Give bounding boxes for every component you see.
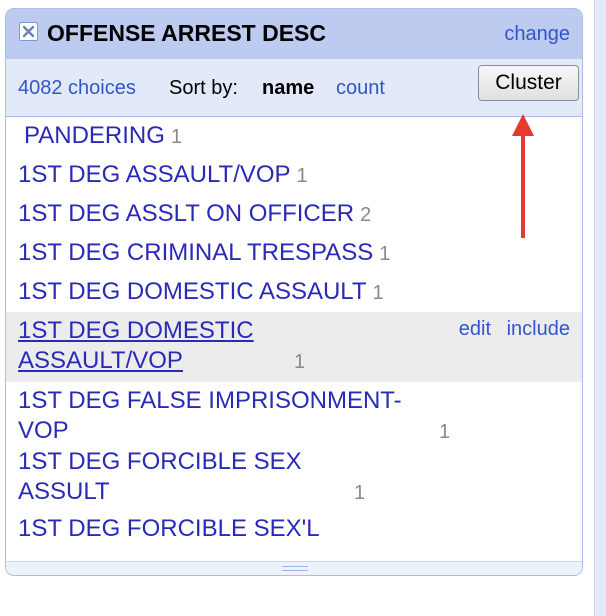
right-panel-edge — [594, 0, 606, 616]
choice-count: 1 — [170, 126, 183, 148]
choice-count: 1 — [439, 421, 451, 443]
choices-count: 4082 choices — [18, 77, 136, 99]
facet-choice-row[interactable]: 1ST DEG DOMESTIC ASSAULT 1 — [6, 273, 582, 312]
row-actions: edit include — [449, 318, 570, 341]
include-link[interactable]: include — [507, 318, 570, 340]
facet-choice-row[interactable]: 1ST DEG ASSAULT/VOP 1 — [6, 156, 582, 195]
facet-choice-row[interactable]: 1ST DEG ASSLT ON OFFICER 2 — [6, 195, 582, 234]
sort-by-count[interactable]: count — [336, 77, 385, 100]
facet-controls: 4082 choices Sort by: name count Cluster — [6, 59, 582, 117]
choice-label[interactable]: 1ST DEG DOMESTIC ASSAULT/VOP — [18, 316, 288, 376]
grip-icon — [282, 566, 308, 571]
facet-panel: OFFENSE ARREST DESC change 4082 choices … — [5, 8, 583, 576]
edit-link[interactable]: edit — [459, 318, 491, 340]
choice-label[interactable]: 1ST DEG FORCIBLE SEX ASSULT — [18, 447, 348, 507]
close-icon[interactable] — [19, 22, 38, 41]
facet-choice-row[interactable]: 1ST DEG FORCIBLE SEX ASSULT 1 — [6, 443, 582, 510]
sort-label: Sort by: — [169, 77, 238, 99]
choice-label[interactable]: 1ST DEG FALSE IMPRISONMENT-VOP — [18, 386, 433, 446]
facet-title: OFFENSE ARREST DESC — [47, 20, 327, 46]
choice-count: 1 — [294, 351, 306, 373]
choice-count: 1 — [296, 165, 308, 187]
choice-label[interactable]: 1ST DEG DOMESTIC ASSAULT — [18, 277, 367, 307]
facet-choice-row[interactable]: 1ST DEG FORCIBLE SEX'L — [6, 510, 582, 549]
choice-label[interactable]: 1ST DEG ASSAULT/VOP — [18, 160, 291, 190]
choice-count: 1 — [354, 482, 366, 504]
facet-choice-row[interactable]: 1ST DEG CRIMINAL TRESPASS 1 — [6, 234, 582, 273]
close-icon-glyph — [22, 25, 35, 38]
cluster-button[interactable]: Cluster — [478, 65, 579, 101]
choice-count: 1 — [379, 243, 391, 265]
choice-count: 1 — [372, 282, 384, 304]
facet-choice-row[interactable]: 1ST DEG FALSE IMPRISONMENT-VOP 1 — [6, 382, 582, 446]
choice-count: 2 — [360, 204, 372, 226]
facet-choice-list: PANDERING 1 1ST DEG ASSAULT/VOP 1 1ST DEG … — [6, 117, 582, 563]
facet-choice-row[interactable]: PANDERING 1 — [6, 117, 582, 156]
resize-handle[interactable] — [6, 561, 582, 575]
sort-by-name[interactable]: name — [262, 77, 314, 100]
choice-label[interactable]: 1ST DEG ASSLT ON OFFICER — [18, 199, 354, 229]
facet-header: OFFENSE ARREST DESC change — [6, 9, 582, 59]
choice-label[interactable]: 1ST DEG FORCIBLE SEX'L — [18, 514, 320, 544]
choice-label[interactable]: 1ST DEG CRIMINAL TRESPASS — [18, 238, 373, 268]
change-link[interactable]: change — [504, 23, 570, 46]
facet-choice-row-hovered[interactable]: 1ST DEG DOMESTIC ASSAULT/VOP 1 edit inclu… — [6, 312, 582, 382]
choice-label[interactable]: PANDERING — [24, 121, 165, 151]
red-arrow-annotation — [512, 114, 534, 238]
